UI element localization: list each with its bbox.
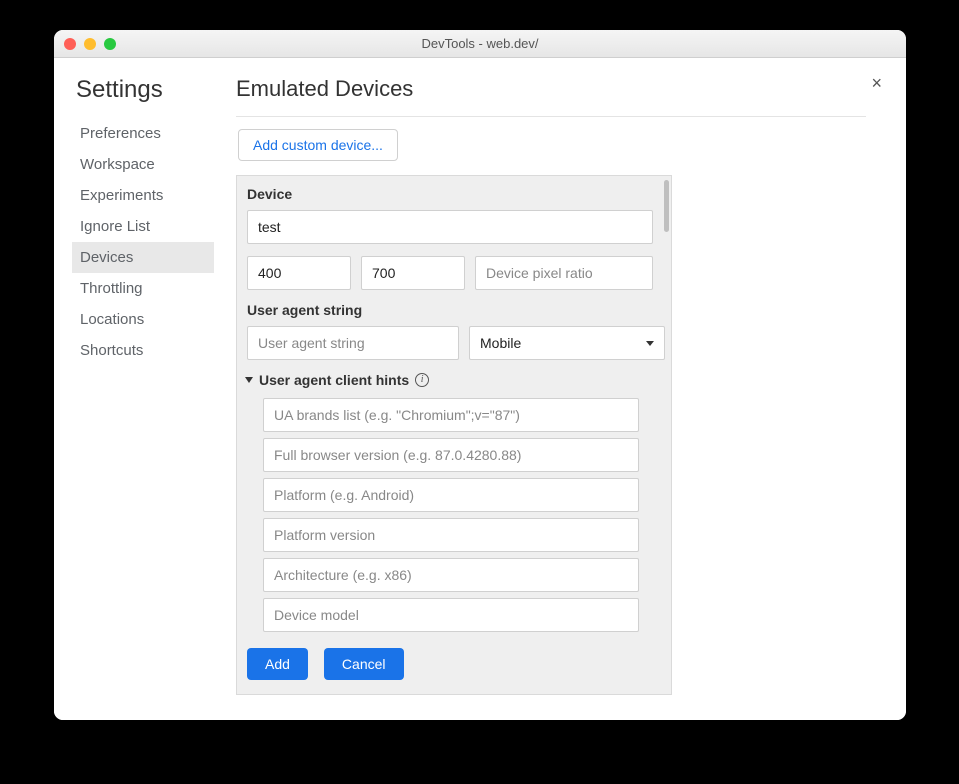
traffic-lights — [64, 38, 116, 50]
sidebar-item-shortcuts[interactable]: Shortcuts — [72, 335, 214, 366]
device-width-input[interactable] — [247, 256, 351, 290]
info-icon[interactable]: i — [415, 373, 429, 387]
maximize-window-icon[interactable] — [104, 38, 116, 50]
sidebar-item-throttling[interactable]: Throttling — [72, 273, 214, 304]
uach-platform-version-input[interactable] — [263, 518, 639, 552]
device-pixel-ratio-input[interactable] — [475, 256, 653, 290]
add-button[interactable]: Add — [247, 648, 308, 680]
window-title: DevTools - web.dev/ — [54, 36, 906, 51]
divider — [236, 116, 866, 117]
device-type-selected-label: Mobile — [480, 335, 521, 351]
sidebar-title: Settings — [76, 76, 212, 104]
page-title: Emulated Devices — [236, 76, 866, 102]
device-section-label: Device — [247, 186, 671, 202]
titlebar: DevTools - web.dev/ — [54, 30, 906, 58]
uach-device-model-input[interactable] — [263, 598, 639, 632]
disclosure-triangle-icon — [245, 377, 253, 383]
sidebar-item-ignore-list[interactable]: Ignore List — [72, 211, 214, 242]
main-content: Emulated Devices Add custom device... De… — [212, 76, 906, 720]
uach-disclosure-header[interactable]: User agent client hints i — [247, 372, 671, 388]
device-height-input[interactable] — [361, 256, 465, 290]
settings-panel: × Settings Preferences Workspace Experim… — [54, 58, 906, 720]
uach-platform-input[interactable] — [263, 478, 639, 512]
sidebar-item-preferences[interactable]: Preferences — [72, 118, 214, 149]
sidebar-item-locations[interactable]: Locations — [72, 304, 214, 335]
close-window-icon[interactable] — [64, 38, 76, 50]
add-custom-device-button[interactable]: Add custom device... — [238, 129, 398, 161]
chevron-down-icon — [646, 341, 654, 346]
uach-brands-input[interactable] — [263, 398, 639, 432]
uach-section-label: User agent client hints — [259, 372, 409, 388]
minimize-window-icon[interactable] — [84, 38, 96, 50]
cancel-button[interactable]: Cancel — [324, 648, 404, 680]
user-agent-input[interactable] — [247, 326, 459, 360]
device-form-panel: Device User agent string Mobile — [236, 175, 672, 695]
uach-fields — [247, 398, 671, 638]
devtools-window: DevTools - web.dev/ × Settings Preferenc… — [54, 30, 906, 720]
sidebar-item-workspace[interactable]: Workspace — [72, 149, 214, 180]
ua-section-label: User agent string — [247, 302, 671, 318]
uach-full-version-input[interactable] — [263, 438, 639, 472]
settings-sidebar: Settings Preferences Workspace Experimen… — [54, 76, 212, 720]
sidebar-item-experiments[interactable]: Experiments — [72, 180, 214, 211]
device-name-input[interactable] — [247, 210, 653, 244]
uach-architecture-input[interactable] — [263, 558, 639, 592]
sidebar-item-devices[interactable]: Devices — [72, 242, 214, 273]
device-type-select[interactable]: Mobile — [469, 326, 665, 360]
scrollbar-thumb[interactable] — [664, 180, 669, 232]
close-icon[interactable]: × — [867, 70, 886, 96]
